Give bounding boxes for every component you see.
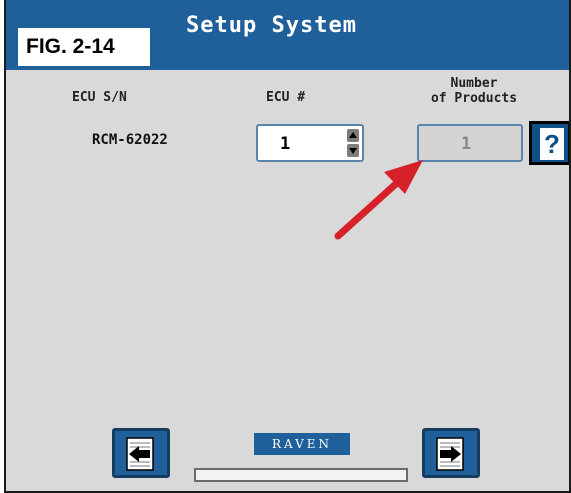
progress-bar bbox=[194, 468, 408, 482]
forward-page-icon bbox=[436, 437, 464, 471]
ecu-serial-value: RCM-62022 bbox=[92, 132, 168, 148]
raven-logo: RAVEN bbox=[254, 433, 350, 455]
number-of-products-header: Number of Products bbox=[384, 76, 564, 106]
screen-title: Setup System bbox=[186, 13, 357, 38]
spinner-down-icon[interactable] bbox=[347, 144, 359, 157]
number-of-products-field: 1 bbox=[417, 124, 523, 162]
number-of-products-value: 1 bbox=[461, 134, 472, 154]
spinner-up-icon[interactable] bbox=[347, 129, 359, 142]
figure-label: FIG. 2-14 bbox=[18, 28, 150, 66]
help-button[interactable]: ? bbox=[529, 121, 569, 165]
next-page-button[interactable] bbox=[422, 428, 480, 478]
back-page-icon bbox=[126, 437, 154, 471]
ecu-serial-header: ECU S/N bbox=[72, 90, 127, 105]
products-header-line1: Number bbox=[450, 76, 498, 91]
ecu-number-value: 1 bbox=[280, 134, 291, 154]
ecu-number-spinner[interactable] bbox=[347, 129, 359, 157]
question-mark-icon: ? bbox=[540, 128, 564, 160]
previous-page-button[interactable] bbox=[112, 428, 170, 478]
products-header-line2: of Products bbox=[430, 91, 518, 106]
setup-system-screen: Setup System ECU S/N ECU # Number of Pro… bbox=[4, 0, 571, 493]
ecu-number-input[interactable]: 1 bbox=[256, 124, 364, 162]
ecu-number-header: ECU # bbox=[266, 90, 306, 105]
